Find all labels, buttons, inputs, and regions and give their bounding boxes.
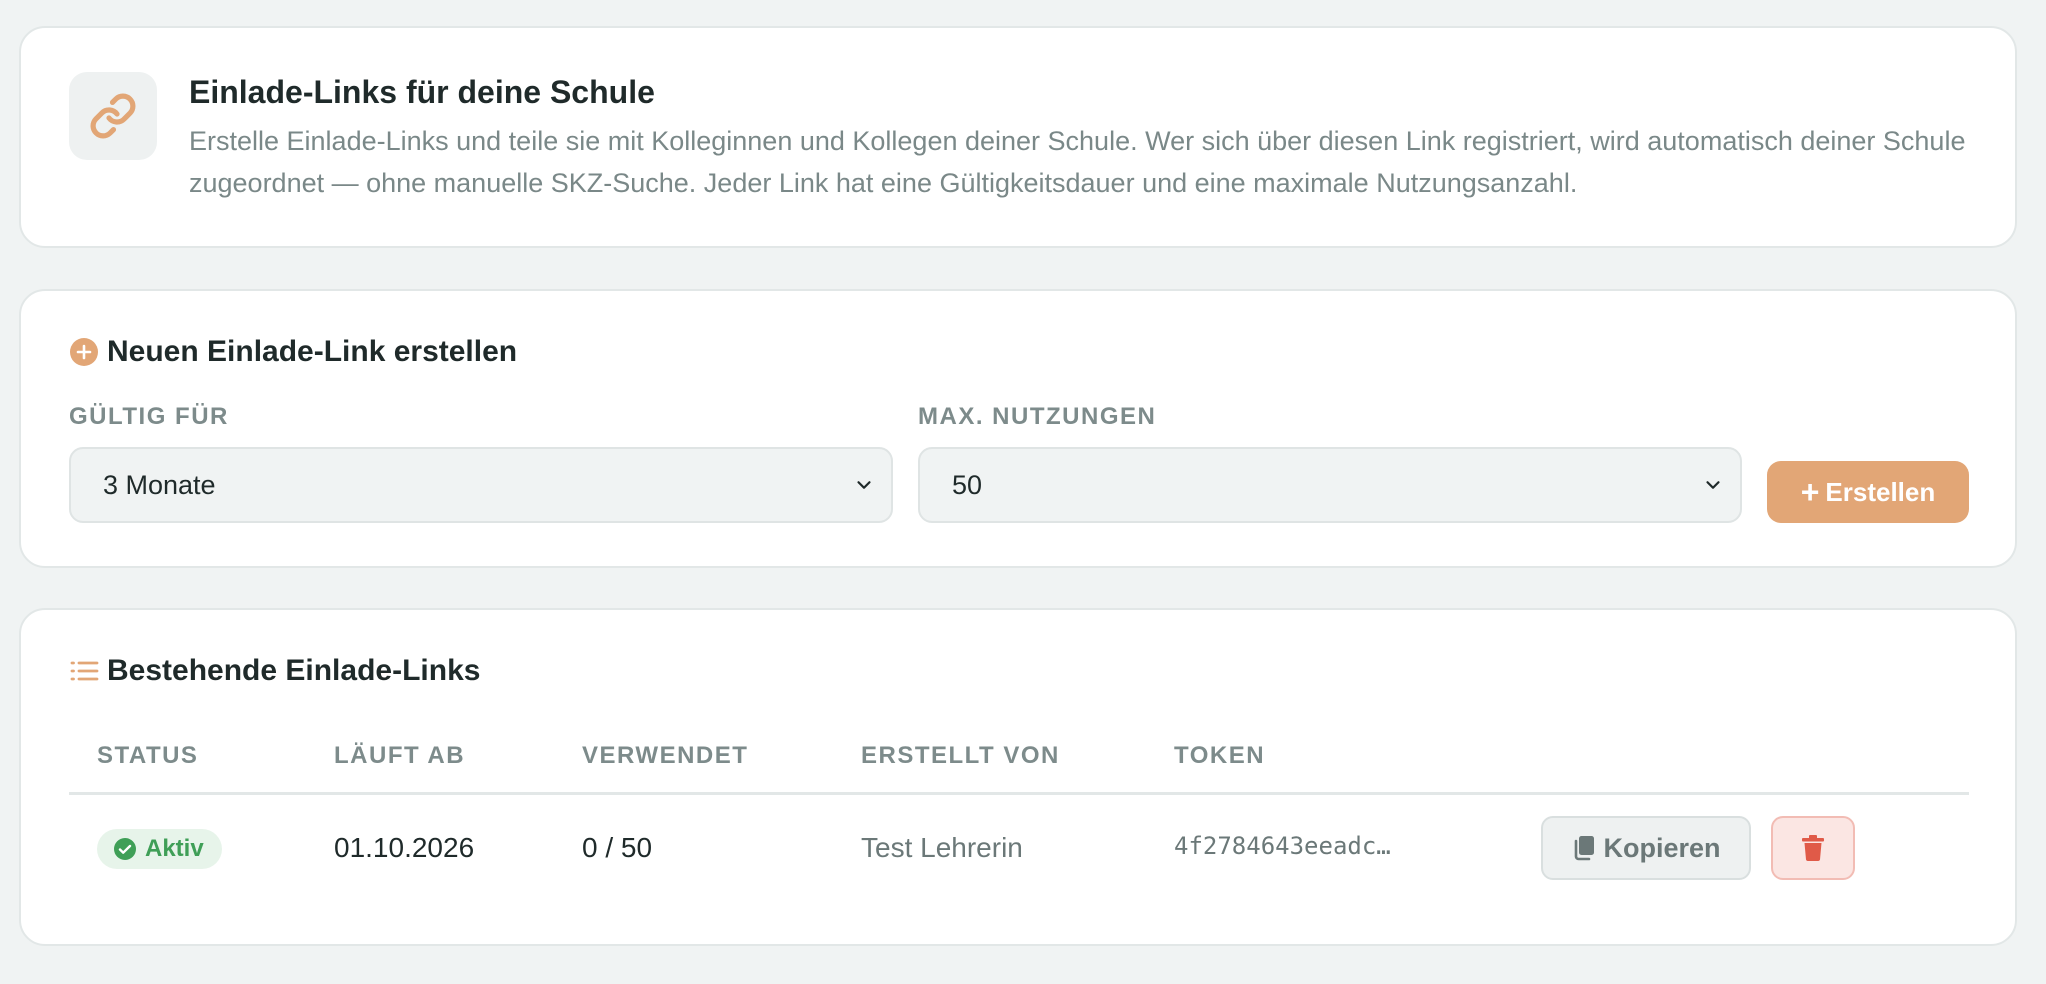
max-uses-select-value: 50 — [952, 469, 983, 500]
column-header-expires: LÄUFT AB — [334, 742, 466, 769]
validity-label: GÜLTIG FÜR — [69, 403, 229, 430]
trash-icon — [1800, 834, 1826, 862]
check-circle-icon — [113, 837, 137, 861]
delete-link-button[interactable] — [1771, 816, 1855, 880]
intro-title: Einlade-Links für deine Schule — [189, 74, 655, 110]
column-header-created-by: ERSTELLT VON — [861, 742, 1060, 769]
link-icon — [69, 72, 157, 160]
list-title-label: Bestehende Einlade-Links — [107, 654, 481, 687]
expires-cell: 01.10.2026 — [334, 832, 475, 863]
max-uses-label: MAX. NUTZUNGEN — [918, 403, 1157, 430]
token-cell: 4f2784643eeadc… — [1174, 832, 1391, 860]
chevron-down-icon — [853, 474, 875, 496]
copy-button-label: Kopieren — [1603, 832, 1721, 863]
create-title-label: Neuen Einlade-Link erstellen — [107, 335, 518, 368]
list-section-title: Bestehende Einlade-Links — [69, 654, 480, 688]
plus-icon: + — [1800, 473, 1820, 510]
status-label: Aktiv — [145, 835, 204, 862]
column-header-status: STATUS — [97, 742, 199, 769]
validity-select-value: 3 Monate — [103, 469, 216, 500]
created-by-cell: Test Lehrerin — [861, 832, 1023, 863]
create-section-title: Neuen Einlade-Link erstellen — [69, 335, 517, 369]
copy-link-button[interactable]: Kopieren — [1541, 816, 1751, 880]
used-cell: 0 / 50 — [582, 832, 653, 863]
chevron-down-icon — [1702, 474, 1724, 496]
plus-circle-icon — [69, 337, 99, 367]
list-icon — [69, 656, 99, 686]
column-header-token: TOKEN — [1174, 742, 1266, 769]
validity-select[interactable]: 3 Monate — [69, 447, 893, 523]
create-link-card: Neuen Einlade-Link erstellen GÜLTIG FÜR … — [19, 289, 2017, 568]
existing-links-card: Bestehende Einlade-Links STATUS LÄUFT AB… — [19, 608, 2017, 946]
max-uses-select[interactable]: 50 — [918, 447, 1742, 523]
create-link-button[interactable]: + Erstellen — [1767, 461, 1969, 523]
table-header-divider — [69, 792, 1969, 795]
status-badge: Aktiv — [97, 829, 222, 869]
copy-icon — [1571, 834, 1597, 862]
intro-card: Einlade-Links für deine Schule Erstelle … — [19, 26, 2017, 248]
create-button-label: Erstellen — [1825, 476, 1936, 507]
column-header-used: VERWENDET — [582, 742, 749, 769]
intro-description: Erstelle Einlade-Links und teile sie mit… — [189, 126, 1966, 198]
